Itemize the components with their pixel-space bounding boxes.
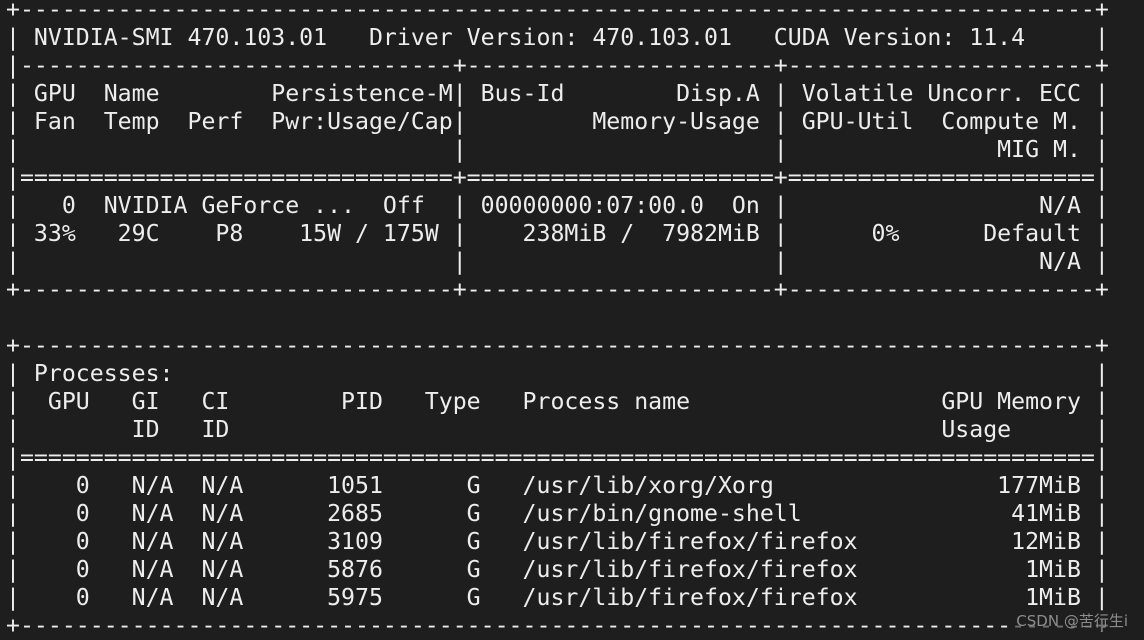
table-border-top: +---------------------------------------…: [6, 0, 1109, 23]
csdn-watermark: CSDN @苦行生i: [1014, 610, 1130, 631]
process-table-double-rule: |=======================================…: [6, 444, 1109, 471]
process-row: | 0 N/A N/A 2685 G /usr/bin/gnome-shell …: [6, 500, 1109, 527]
process-table-header-1: | GPU GI CI PID Type Process name GPU Me…: [6, 388, 1109, 415]
process-row: | 0 N/A N/A 3109 G /usr/lib/firefox/fire…: [6, 528, 1109, 555]
terminal-window: +---------------------------------------…: [0, 0, 1144, 640]
gpu-table-border-bottom: +-------------------------------+-------…: [6, 276, 1109, 303]
smi-version-header: | NVIDIA-SMI 470.103.01 Driver Version: …: [6, 24, 1109, 51]
process-table-header-2: | ID ID Usage |: [6, 416, 1109, 443]
processes-title: | Processes: |: [6, 360, 1109, 387]
process-row: | 0 N/A N/A 1051 G /usr/lib/xorg/Xorg 17…: [6, 472, 1109, 499]
process-row: | 0 N/A N/A 5876 G /usr/lib/firefox/fire…: [6, 556, 1109, 583]
gpu-table-separator: |-------------------------------+-------…: [6, 52, 1109, 79]
process-table-border-top: +---------------------------------------…: [6, 332, 1109, 359]
gpu-row-name: | 0 NVIDIA GeForce ... Off | 00000000:07…: [6, 192, 1109, 219]
gpu-row-usage: | 33% 29C P8 15W / 175W | 238MiB / 7982M…: [6, 220, 1109, 247]
gpu-table-header-row-1: | GPU Name Persistence-M| Bus-Id Disp.A …: [6, 80, 1109, 107]
process-table-border-bottom: +---------------------------------------…: [6, 612, 1109, 639]
process-row: | 0 N/A N/A 5975 G /usr/lib/firefox/fire…: [6, 584, 1109, 611]
gpu-table-header-row-2: | Fan Temp Perf Pwr:Usage/Cap| Memory-Us…: [6, 108, 1109, 135]
gpu-table-header-row-3: | | | MIG M. |: [6, 136, 1109, 163]
gpu-table-double-rule: |===============================+=======…: [6, 164, 1109, 191]
gpu-row-mig: | | | N/A |: [6, 248, 1109, 275]
